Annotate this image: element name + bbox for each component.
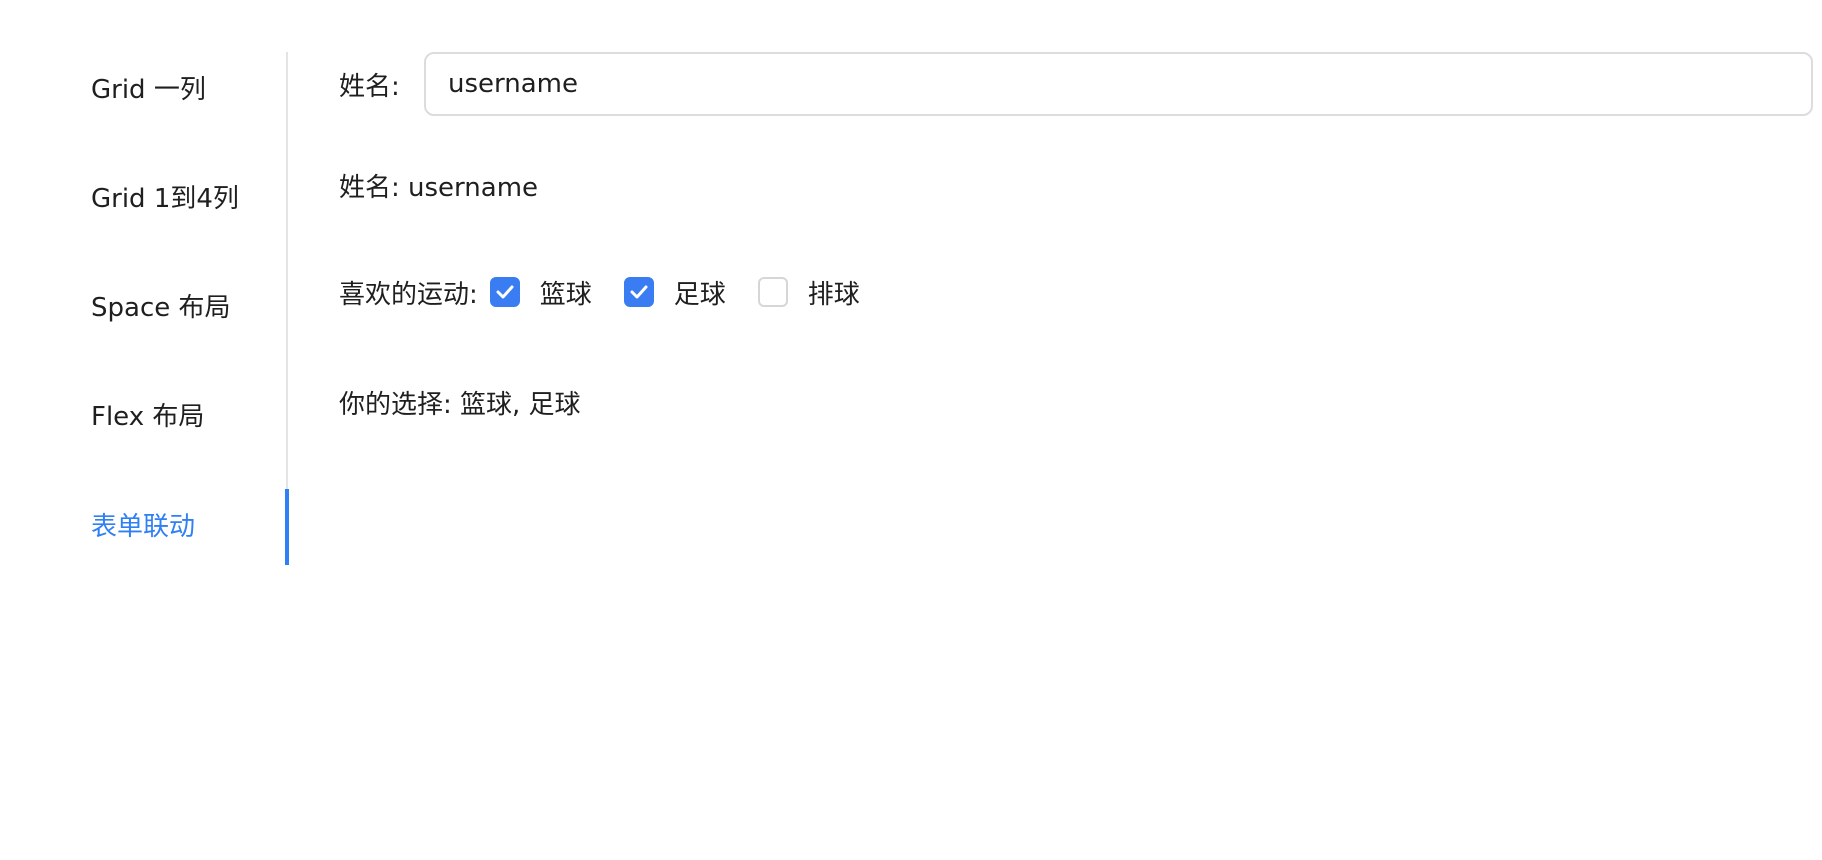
sports-checkbox-group: 篮球 足球 排球 — [489, 274, 892, 311]
name-row: 姓名: — [339, 52, 400, 116]
name-preview-text: 姓名: username — [339, 173, 539, 203]
checkbox-option-basketball[interactable]: 篮球 — [489, 274, 592, 311]
checkbox-option-football[interactable]: 足球 — [623, 274, 726, 311]
checkmark-icon — [496, 285, 514, 299]
sidebar-nav: Grid 一列 Grid 1到4列 Space 布局 Flex 布局 表单联动 — [0, 52, 289, 565]
sports-row: 喜欢的运动: 篮球 足球 排球 — [339, 272, 892, 312]
name-label: 姓名: — [339, 71, 400, 102]
checkmark-icon — [630, 285, 648, 299]
checkbox-label-basketball: 篮球 — [539, 279, 592, 310]
sidebar-item-space-layout[interactable]: Space 布局 — [91, 270, 231, 346]
sidebar-item-flex-layout[interactable]: Flex 布局 — [91, 379, 204, 455]
checkbox-label-volleyball: 排球 — [807, 279, 860, 310]
checkbox-football[interactable] — [623, 277, 654, 307]
form-panel: 姓名: 姓名: username 喜欢的运动: 篮球 — [339, 0, 1822, 860]
sports-label: 喜欢的运动: — [339, 279, 478, 310]
checkbox-label-football: 足球 — [673, 279, 726, 310]
app-window: Grid 一列 Grid 1到4列 Space 布局 Flex 布局 表单联动 … — [0, 0, 1822, 860]
sidebar-item-form-linkage[interactable]: 表单联动 — [91, 489, 195, 565]
sidebar-item-grid-one-column[interactable]: Grid 一列 — [91, 52, 206, 128]
name-input[interactable] — [424, 52, 1813, 116]
active-tab-indicator — [285, 489, 289, 565]
checkbox-basketball[interactable] — [489, 277, 520, 307]
sidebar-item-grid-1-to-4-columns[interactable]: Grid 1到4列 — [91, 161, 239, 237]
checkbox-option-volleyball[interactable]: 排球 — [757, 274, 860, 311]
checkbox-volleyball[interactable] — [757, 277, 788, 307]
selection-summary-text: 你的选择: 篮球, 足球 — [339, 390, 581, 420]
